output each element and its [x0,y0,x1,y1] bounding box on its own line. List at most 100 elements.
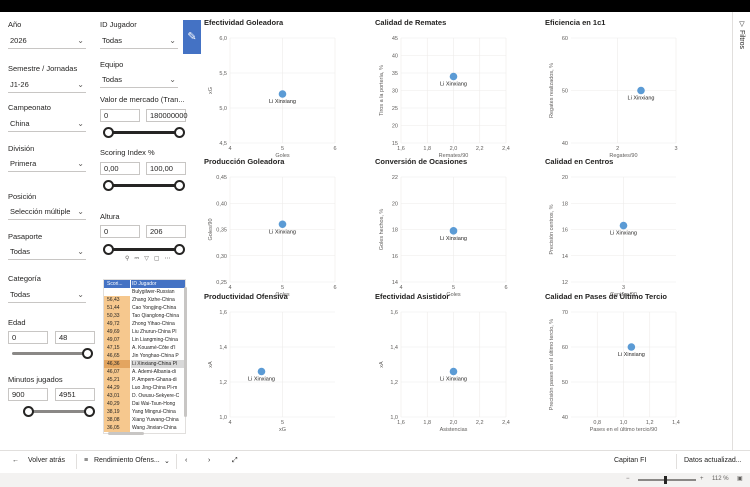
altura-slider-min-handle[interactable] [103,244,114,255]
zoom-in-icon[interactable]: + [700,476,704,482]
scoring-slider-track[interactable] [108,184,180,187]
categoria-dropdown[interactable]: Todas ⌄ [8,288,86,303]
table-row[interactable]: 49,72 Zhong Yihao-China [104,320,185,328]
previous-page-icon[interactable]: ‹ [185,457,187,464]
valor-slider-track[interactable] [108,131,180,134]
scatter-chart[interactable]: Producción Goleadora 0,25 0,30 0,35 0,40 0,45… [204,157,369,298]
fullscreen-icon[interactable]: ⤢ [232,457,238,465]
edad-slider-track[interactable] [12,352,88,355]
pasaporte-dropdown[interactable]: Todas ⌄ [8,245,86,260]
data-point[interactable] [257,367,266,376]
clear-filters-button[interactable]: ✎ [183,20,201,54]
focus-mode-icon[interactable]: ▢ [154,256,165,262]
minutos-min-input[interactable]: 900 [8,388,48,401]
table-row[interactable]: 46,36 Li Xinxiang-China Pl [104,360,185,368]
valor-slider-max-handle[interactable] [174,127,185,138]
scatter-chart[interactable]: Efectividad Asistidor 1,0 1,2 1,4 1,6 1,6 1,8 2… [375,292,540,433]
table-row[interactable]: 38,19 Yang Mingrui-China [104,408,185,416]
scatter-chart[interactable]: Calidad en Pases de Último Tercio 40 50 60 7… [545,292,710,433]
scoring-min-input[interactable]: 0,00 [100,162,140,175]
scatter-chart[interactable]: Conversión de Ocasiones 14 16 18 20 22 4 5 6 Gole… [375,157,540,298]
scatter-chart[interactable]: Eficiencia en 1c1 40 50 60 2 3 Regates/90 Regat… [545,18,710,159]
scoring-slider-min-handle[interactable] [103,180,114,191]
data-point[interactable] [449,227,458,235]
data-point[interactable] [627,343,636,351]
minutos-slider-min-handle[interactable] [23,406,34,417]
page-list-icon[interactable]: ≡ [84,457,88,464]
filters-pane[interactable]: ▽ Filtros [732,12,750,450]
posicion-dropdown[interactable]: Selección múltiple ⌄ [8,205,86,220]
scatter-chart[interactable]: Productividad Ofensiva 1,0 1,2 1,4 1,6 4 5 xG xA… [204,292,369,433]
scoring-slider-max-handle[interactable] [174,180,185,191]
altura-slider-max-handle[interactable] [174,244,185,255]
semestre-dropdown[interactable]: J1-26 ⌄ [8,78,86,93]
zoom-slider-handle[interactable] [664,476,667,484]
table-row[interactable]: Bulygilwer-Russian [104,288,185,296]
visual-header-icons[interactable]: ⚲⎓▽▢⋯ [125,255,176,263]
table-row[interactable]: 44,29 Luo Jing-China Pl-m [104,384,185,392]
campeonato-dropdown[interactable]: China ⌄ [8,117,86,132]
data-point[interactable] [278,90,287,98]
fit-to-page-icon[interactable]: ▣ [737,475,743,482]
scatter-chart[interactable]: Calidad de Remates 15 20 25 30 35 40 45 1,6 1,8 2,… [375,18,540,159]
valor-max-input[interactable]: 180000000 [146,109,188,122]
table-row[interactable]: 36,05 Wang Jinxian-China [104,424,185,432]
data-point[interactable] [278,220,287,229]
scatter-plot-svg: 152025303540451,6 1,8 2,0 2,2 2,4Remates/90T… [379,36,510,159]
altura-slider-track[interactable] [108,248,180,251]
id-jugador-dropdown[interactable]: Todas ⌄ [100,34,178,49]
data-point[interactable] [449,72,458,81]
equipo-dropdown[interactable]: Todas ⌄ [100,73,178,88]
table-vertical-scrollbar[interactable] [184,287,187,417]
edad-max-input[interactable]: 48 [55,331,95,344]
page-selector[interactable]: Rendimiento Ofens... [94,457,160,464]
table-row[interactable]: 46,65 Jin Yonghao-China P [104,352,185,360]
column-header-id-jugador[interactable]: ID Jugador [131,280,185,288]
chevron-down-icon[interactable]: ⌄ [164,457,170,465]
minutos-slider-max-handle[interactable] [84,406,95,417]
data-point[interactable] [449,367,458,376]
division-dropdown[interactable]: Primera ⌄ [8,157,86,172]
table-row[interactable]: 45,21 P. Ampem-Ghana-di [104,376,185,384]
valor-min-input[interactable]: 0 [100,109,140,122]
scatter-chart[interactable]: Calidad en Centros 12 14 16 18 20 3 Centros/90 P… [545,157,710,298]
scatter-chart[interactable]: Efectividad Goleadora 4,5 5,0 5,5 6,0 4 5 6 Gole… [204,18,369,159]
next-page-icon[interactable]: › [208,457,210,464]
more-options-icon[interactable]: ⋯ [165,256,176,262]
table-row[interactable]: 50,33 Tao Qianglong-China [104,312,185,320]
scoring-max-input[interactable]: 100,00 [146,162,186,175]
x-tick-label: 1,8 [423,146,431,152]
id-jugador-cell: Li Xinxiang-China Pl [131,360,185,368]
altura-min-input[interactable]: 0 [100,225,140,238]
table-row[interactable]: 43,01 D. Owusu-Sekyere-C [104,392,185,400]
y-axis-label: Regates realizados, % [549,63,555,118]
minutos-max-input[interactable]: 4951 [55,388,95,401]
edad-slider-handle[interactable] [82,348,93,359]
data-point[interactable] [619,221,628,230]
table-row[interactable]: 46,07 A. Ademi-Albania-di [104,368,185,376]
back-arrow-icon[interactable]: ← [12,457,19,464]
altura-max-input[interactable]: 206 [146,225,186,238]
minutos-slider-track[interactable] [28,410,90,413]
valor-slider-min-handle[interactable] [103,127,114,138]
table-row[interactable]: 38,08 Xiang Yuwang-China [104,416,185,424]
table-row[interactable]: 49,07 Lin Liangming-China [104,336,185,344]
column-header-scoring[interactable]: Scori... [104,280,130,288]
bookmark-label[interactable]: Capitan FI [614,457,646,464]
zoom-slider-track[interactable] [638,479,696,481]
table-row[interactable]: 49,69 Liu Zhurun-China Pl [104,328,185,336]
pin-icon[interactable]: ⚲ [125,256,134,262]
zoom-out-icon[interactable]: − [626,476,630,482]
filter-icon[interactable]: ▽ [144,256,154,262]
table-row[interactable]: 51,44 Cao Yongjing-China [104,304,185,312]
table-row[interactable]: 56,43 Zhang Xizhe-China [104,296,185,304]
anio-dropdown[interactable]: 2026 ⌄ [8,34,86,49]
copy-icon[interactable]: ⎓ [134,256,144,262]
table-row[interactable]: 40,29 Dai Wai-Tsun-Hong [104,400,185,408]
scoring-cell: 49,07 [104,336,130,344]
back-button[interactable]: Volver atrás [28,457,65,464]
table-horizontal-scrollbar[interactable] [108,432,144,435]
data-point[interactable] [637,86,645,95]
table-row[interactable]: 47,15 A. Kouamé-Côte d'I [104,344,185,352]
edad-min-input[interactable]: 0 [8,331,48,344]
